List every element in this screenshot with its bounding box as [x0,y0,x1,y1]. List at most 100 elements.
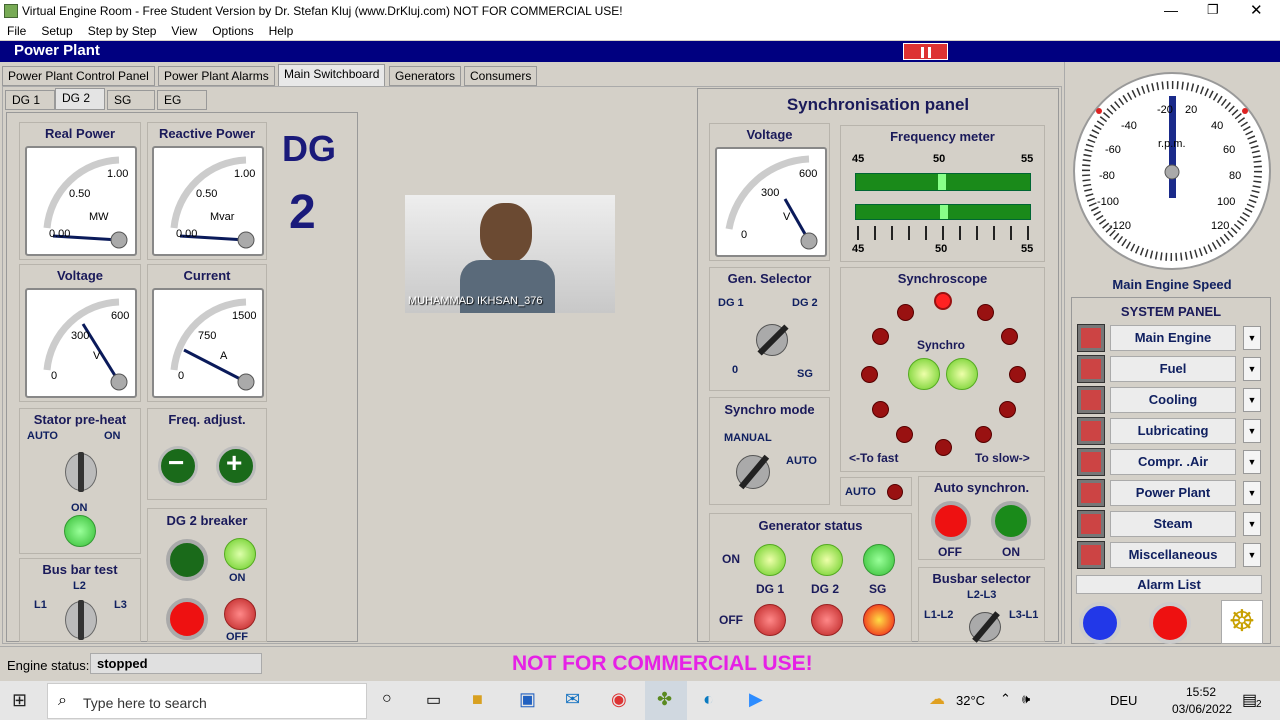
pause-icon [921,47,924,58]
menu-view[interactable]: View [171,24,197,38]
misc-button[interactable]: Miscellaneous [1110,542,1236,568]
tab-main-switchboard[interactable]: Main Switchboard [278,64,386,86]
temperature[interactable]: 32°C [956,693,985,708]
windows-start-icon[interactable]: ⊞ [12,690,27,711]
power-plant-indicator [1077,479,1105,507]
red-button[interactable] [1149,602,1191,644]
menu-file[interactable]: File [7,24,26,38]
clock-time[interactable]: 15:52 [1186,685,1216,699]
cortana-icon[interactable]: ○ [382,690,392,708]
tab-generators[interactable]: Generators [389,66,462,86]
tab-control-panel[interactable]: Power Plant Control Panel [2,66,155,86]
menu-help[interactable]: Help [269,24,294,38]
subtab-sg[interactable]: SG [107,90,155,110]
real-power-max: 1.00 [107,168,129,180]
freq-indicator-top [938,174,946,190]
subtab-dg2[interactable]: DG 2 [55,88,105,110]
power-plant-dropdown-icon[interactable]: ▼ [1243,481,1261,505]
busbar-selector-knob[interactable] [969,611,1001,643]
zoom-icon[interactable]: ▶ [749,689,763,710]
lubricating-indicator [1077,417,1105,445]
rpm-tick-neg20: -20 [1157,104,1173,116]
busbar-selector-l1l2: L1-L2 [924,609,954,621]
fuel-button[interactable]: Fuel [1110,356,1236,382]
app-icon [4,4,18,18]
plus-icon: + [226,447,243,478]
chrome-icon[interactable]: ◉ [611,689,627,710]
input-language[interactable]: DEU [1110,693,1137,708]
misc-dropdown-icon[interactable]: ▼ [1243,543,1261,567]
menu-step[interactable]: Step by Step [88,24,157,38]
real-power-title: Real Power [44,126,116,141]
steam-dropdown-icon[interactable]: ▼ [1243,512,1261,536]
synchroscope-lamp [999,401,1016,418]
rpm-tick-neg120: -120 [1109,220,1132,232]
pause-button[interactable] [903,43,948,60]
power-plant-button[interactable]: Power Plant [1110,480,1236,506]
stator-switch[interactable] [65,452,97,492]
auto-synch-on-button[interactable] [991,501,1031,541]
current-title: Current [183,268,231,283]
reactive-power-panel: Reactive Power 1.00 0.50 0.00 Mvar [147,122,267,260]
engine-room-app-icon[interactable]: ✤ [657,689,672,710]
rpm-tick-20: 20 [1185,104,1198,116]
tab-consumers[interactable]: Consumers [464,66,538,86]
mail-icon[interactable]: ✉ [565,689,580,710]
alarm-list-button[interactable]: Alarm List [1076,575,1262,594]
menu-setup[interactable]: Setup [41,24,72,38]
volume-icon[interactable]: 🕪 [1022,691,1030,707]
auto-synch-on-label: ON [1002,545,1020,559]
busbar-switch[interactable] [65,600,97,640]
gen-selector-zero: 0 [732,364,739,376]
tray-chevron-icon[interactable]: ⌃ [1000,691,1011,707]
dg1-off-lamp [754,604,786,636]
reactive-power-unit: Mvar [210,211,235,223]
freq-decrease-button[interactable]: − [158,446,198,486]
compr-air-button[interactable]: Compr. .Air [1110,449,1236,475]
current-mid: 750 [198,330,217,342]
clock-date[interactable]: 03/06/2022 [1172,702,1232,716]
synchroscope-lamp [861,366,878,383]
freq-bar-bottom [855,204,1031,220]
file-explorer-icon[interactable]: ■ [472,689,483,710]
gen-status-sg: SG [869,582,887,596]
compr-air-dropdown-icon[interactable]: ▼ [1243,450,1261,474]
ship-wheel-icon[interactable]: ☸ [1221,600,1263,644]
cooling-dropdown-icon[interactable]: ▼ [1243,388,1261,412]
edge-icon[interactable]: ◐ [703,689,714,710]
task-view-icon[interactable]: ▭ [426,690,441,710]
breaker-title: DG 2 breaker [166,513,248,528]
steam-button[interactable]: Steam [1110,511,1236,537]
subtab-dg1[interactable]: DG 1 [5,90,55,110]
blue-button[interactable] [1079,602,1121,644]
main-engine-button[interactable]: Main Engine [1110,325,1236,351]
taskbar-search-box[interactable]: ⌕ Type here to search [47,683,367,719]
tab-alarms[interactable]: Power Plant Alarms [158,66,275,86]
auto-synch-off-button[interactable] [931,501,971,541]
minimize-icon[interactable]: — [1164,2,1178,18]
subtab-eg[interactable]: EG [157,90,207,110]
freq-top-50: 50 [933,153,946,165]
freq-bottom-50: 50 [935,243,948,255]
main-engine-dropdown-icon[interactable]: ▼ [1243,326,1261,350]
lubricating-dropdown-icon[interactable]: ▼ [1243,419,1261,443]
engine-status-label: Engine status: [7,658,90,673]
reactive-power-mid: 0.50 [196,188,218,200]
breaker-off-button[interactable] [166,598,208,640]
close-icon[interactable]: ✕ [1250,1,1263,19]
freq-increase-button[interactable]: + [216,446,256,486]
breaker-on-button[interactable] [166,539,208,581]
synchro-mode-knob[interactable] [736,454,770,490]
rpm-tick-100: 100 [1217,196,1236,208]
maximize-icon[interactable]: ❐ [1207,2,1219,18]
cooling-button[interactable]: Cooling [1110,387,1236,413]
lubricating-button[interactable]: Lubricating [1110,418,1236,444]
fuel-dropdown-icon[interactable]: ▼ [1243,357,1261,381]
gen-selector-knob[interactable] [756,324,789,356]
menu-options[interactable]: Options [212,24,253,38]
notification-icon[interactable]: ▤ [1242,690,1257,710]
synchroscope-lamp [935,439,952,456]
rpm-tick-neg40: -40 [1121,120,1137,132]
current-min: 0 [178,370,185,382]
store-icon[interactable]: ▣ [519,689,536,710]
